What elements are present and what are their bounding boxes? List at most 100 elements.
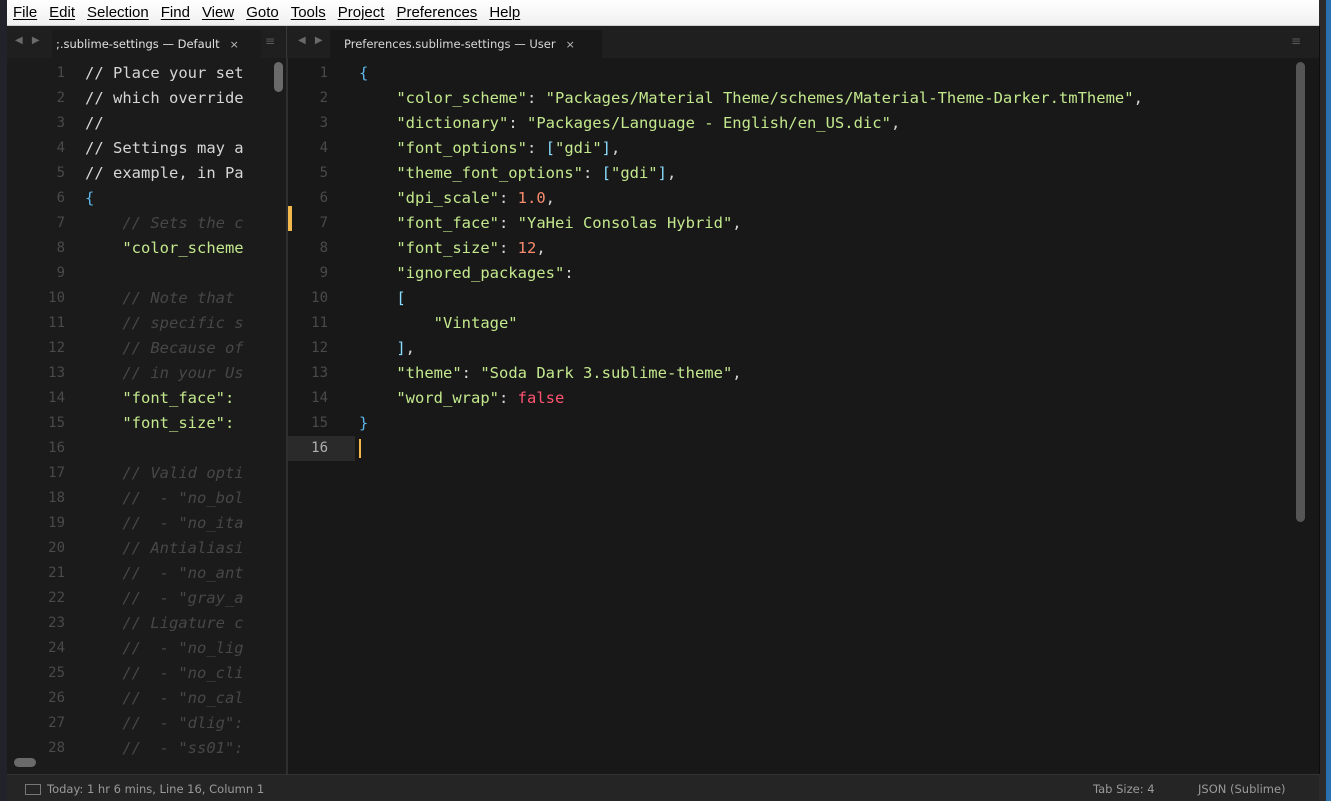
code-text: // Valid opti [85,464,244,482]
token-key: "theme_font_options" [359,164,583,182]
menu-view[interactable]: View [196,4,240,21]
code-text: "font_face": "YaHei Consolas Hybrid", [359,211,741,236]
code-text: "ignored_packages": [359,261,573,286]
tab-group-right: ◀ ▶ Preferences.sublime-settings — User … [288,26,1319,58]
menu-file[interactable]: File [7,4,43,21]
token-str: "YaHei Consolas Hybrid" [517,214,733,232]
vertical-scrollbar-left[interactable] [274,62,283,92]
line-number: 16 [311,440,328,456]
tab-label: Preferences.sublime-settings — User [344,37,556,51]
menu-selection[interactable]: Selection [81,4,155,21]
token-text: : [508,114,527,132]
line-number: 18 [48,490,65,506]
status-bar: Today: 1 hr 6 mins, Line 16, Column 1 Ta… [7,774,1319,801]
menu-tools[interactable]: Tools [285,4,332,21]
line-number: 9 [56,265,65,281]
token-str: "gdi" [555,139,602,157]
token-key: "dpi_scale" [359,189,499,207]
horizontal-scrollbar[interactable] [14,758,36,767]
line-number: 5 [319,165,328,181]
menu-edit[interactable]: Edit [43,4,81,21]
tab-default-settings[interactable]: ;.sublime-settings — Default × [52,30,261,58]
line-number: 11 [48,315,65,331]
token-text: , [732,364,742,382]
menu-find[interactable]: Find [155,4,196,21]
token-text: : [526,89,546,107]
menu-help[interactable]: Help [483,4,526,21]
line-number: 12 [48,340,65,356]
line-number: 23 [48,615,65,631]
panel-toggle-icon[interactable] [25,784,41,795]
code-text: "color_scheme": "Packages/Material Theme… [359,86,1143,111]
vertical-scrollbar-right[interactable] [1296,62,1305,522]
token-num: 1.0 [517,189,546,207]
code-text: ], [359,336,415,361]
line-number: 2 [319,90,328,106]
token-key: "font_face" [359,214,499,232]
code-text: { [85,189,95,207]
token-text: : [498,239,518,257]
line-number: 2 [56,90,65,106]
token-str: "gdi" [610,164,658,182]
token-text: : [498,389,518,407]
code-text: // [85,114,104,132]
token-text: , [611,139,621,157]
line-number: 27 [48,715,65,731]
menu-preferences[interactable]: Preferences [390,4,483,21]
token-key: "font_size" [359,239,499,257]
tab-group-menu-icon[interactable]: ≡ [1291,34,1301,48]
line-number: 26 [48,690,65,706]
code-text: // Settings may a [85,139,244,157]
line-number: 8 [319,240,328,256]
code-text: // Place your set [85,64,244,82]
line-number: 4 [319,140,328,156]
tab-group-menu-icon[interactable]: ≡ [265,34,275,48]
line-number: 12 [311,340,328,356]
code-text: } [359,411,368,436]
token-str: "Soda Dark 3.sublime-theme" [480,364,733,382]
line-number: 6 [319,190,328,206]
editor-pane-user[interactable]: 1 {2 "color_scheme": "Packages/Material T… [288,58,1319,774]
code-text: // - "dlig": [85,714,244,732]
line-number: 11 [311,315,328,331]
code-text: // which override [85,89,244,107]
menu-project[interactable]: Project [332,4,391,21]
editor-pane-default[interactable]: 1 // Place your set 2 // which override 3 // 4… [7,58,286,774]
close-icon[interactable]: × [230,38,239,51]
line-number: 15 [48,415,65,431]
line-number: 21 [48,565,65,581]
code-text [359,436,361,461]
token-punc: ] [359,339,406,357]
close-icon[interactable]: × [566,38,575,51]
code-text: // Note that [85,289,235,307]
tab-group-left: ◀ ▶ ;.sublime-settings — Default × ≡ [7,26,287,58]
token-punc: ] [657,164,667,182]
line-number: 10 [48,290,65,306]
code-text: // - "ss01": [85,739,244,757]
code-text: // Ligature c [85,614,244,632]
status-tab-size[interactable]: Tab Size: 4 [1093,782,1155,796]
tab-user-settings[interactable]: Preferences.sublime-settings — User × [330,30,602,58]
token-text: : [498,214,518,232]
code-text: "font_face": [85,389,235,407]
line-number: 3 [319,115,328,131]
token-key: "color_scheme" [359,89,527,107]
token-text: : [461,364,481,382]
line-number: 9 [319,265,328,281]
line-number: 1 [319,65,328,81]
code-text: "color_scheme [85,239,244,257]
line-number: 19 [48,515,65,531]
tab-nav-arrows-right[interactable]: ◀ ▶ [298,35,326,46]
token-text: , [536,239,546,257]
line-number: 28 [48,740,65,756]
code-text: // - "no_ita [85,514,244,532]
token-key: "theme" [359,364,462,382]
token-punc: [ [359,289,406,307]
status-syntax[interactable]: JSON (Sublime) [1198,782,1286,796]
token-punc: [ [601,164,611,182]
code-text: "Vintage" [359,311,518,336]
menu-goto[interactable]: Goto [240,4,285,21]
token-text: , [545,189,555,207]
code-text: // - "no_lig [85,639,244,657]
tab-nav-arrows-left[interactable]: ◀ ▶ [15,35,43,46]
